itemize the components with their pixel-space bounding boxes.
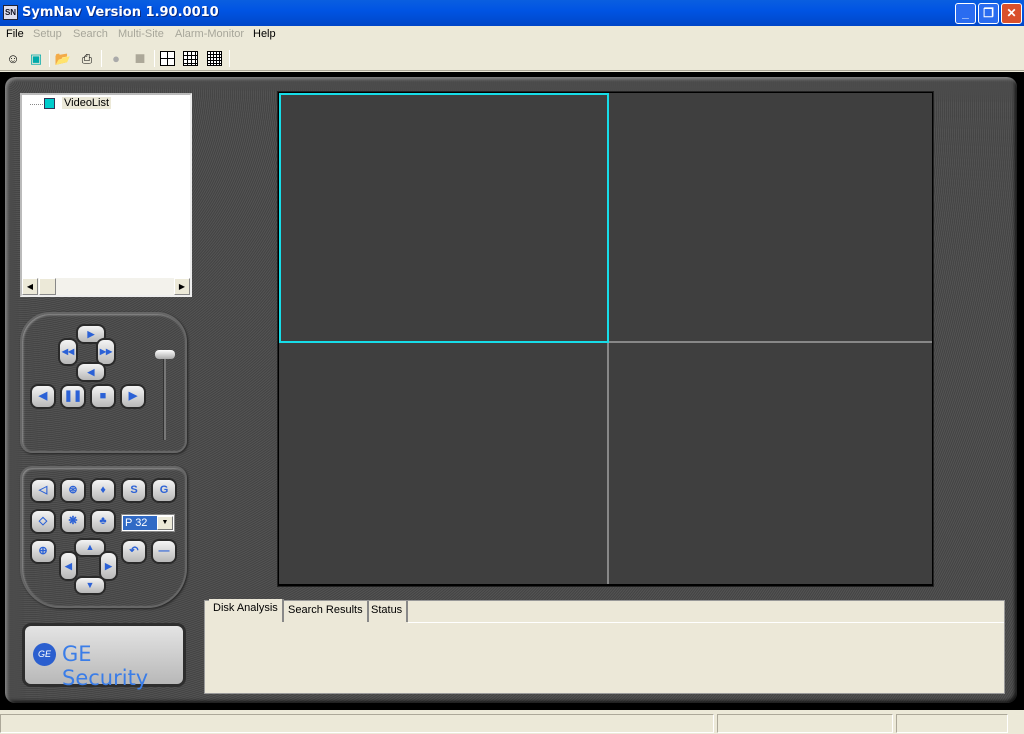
status-pane-3 [896,714,1008,733]
step-forward-button[interactable]: ▶ [78,326,104,342]
monitor-icon[interactable]: ▣ [26,49,46,68]
pan-down-button[interactable]: ▼ [76,578,104,593]
scroll-thumb[interactable] [39,278,56,295]
menu-help[interactable]: Help [253,28,276,40]
window-title: SymNav Version 1.90.0010 [22,5,219,20]
minus-button[interactable]: — [153,541,175,562]
video-cell-4[interactable] [609,343,932,584]
menu-bar: File Setup Search Multi-Site Alarm-Monit… [0,26,1024,45]
tree-item-videolist[interactable]: VideoList [62,97,112,109]
open-folder-icon[interactable]: 📂 [53,49,73,68]
focus-far-button[interactable]: ❋ [62,511,84,532]
2x2-grid-icon[interactable] [160,51,175,66]
close-button[interactable]: ✕ [1001,3,1022,24]
pan-right-button[interactable]: ▶ [101,553,116,579]
toolbar-separator [101,50,102,67]
menu-setup[interactable]: Setup [33,28,62,40]
video-cell-2[interactable] [609,93,932,341]
3x3-grid-icon[interactable] [183,51,198,66]
iris-close-button[interactable]: ◁ [32,480,54,501]
toolbar: ☺ ▣ 📂 ⎙ ● ■ [0,46,1024,71]
info-tab-panel: Disk Analysis Search Results Status [204,599,1005,694]
toolbar-separator [49,50,50,67]
record-icon: ● [112,51,120,66]
video-cell-3[interactable] [279,343,607,584]
preset-dropdown[interactable]: P 32 ▼ [121,514,175,532]
status-pane-2 [717,714,893,733]
pan-up-button[interactable]: ▲ [76,540,104,555]
tab-search-results[interactable]: Search Results [284,601,369,622]
play-button[interactable]: ▶ [122,386,144,407]
menu-multi-site[interactable]: Multi-Site [118,28,164,40]
step-back-button[interactable]: ◀ [78,364,104,380]
reverse-play-button[interactable]: ◀ [32,386,54,407]
tab-disk-analysis[interactable]: Disk Analysis [209,599,284,622]
pan-left-button[interactable]: ◀ [61,553,76,579]
video-tree[interactable]: VideoList ◀ ▶ [20,93,192,297]
status-bar [0,712,1024,734]
logo-text: GE Security [62,642,149,690]
s-button[interactable]: S [123,480,145,501]
rewind-button[interactable]: ◀◀ [60,340,76,364]
stop-icon: ■ [134,48,146,68]
zoom-button[interactable]: ⊕ [32,541,54,562]
status-pane-1 [0,714,714,733]
scroll-left-button[interactable]: ◀ [22,278,38,295]
4x4-grid-icon[interactable] [207,51,222,66]
horizontal-scrollbar[interactable]: ◀ ▶ [22,278,190,295]
menu-alarm-monitor[interactable]: Alarm-Monitor [175,28,244,40]
wiper-button[interactable]: ♦ [92,480,114,501]
user-login-icon[interactable]: ☺ [3,49,23,68]
fast-forward-button[interactable]: ▶▶ [98,340,114,364]
menu-search[interactable]: Search [73,28,108,40]
app-icon[interactable]: SN [3,5,18,20]
tree-button[interactable]: ♣ [92,511,114,532]
menu-file[interactable]: File [6,28,24,40]
preset-value: P 32 [123,516,158,530]
toolbar-separator [229,50,230,67]
stop-button[interactable]: ■ [92,386,114,407]
pause-button[interactable]: ❚❚ [62,386,84,407]
ge-emblem-icon: GE [33,643,56,666]
ge-security-logo: GE GE Security [25,626,183,690]
selected-cell-highlight [279,93,609,343]
focus-near-button[interactable]: ⊛ [62,480,84,501]
chevron-down-icon[interactable]: ▼ [157,516,173,530]
g-button[interactable]: G [153,480,175,501]
tab-underline [408,622,1004,623]
restore-button[interactable]: ❐ [978,3,999,24]
tree-connector [30,104,43,105]
iris-open-button[interactable]: ◇ [32,511,54,532]
tab-status[interactable]: Status [367,601,409,622]
toolbar-separator [154,50,155,67]
camera-list-icon [44,98,55,109]
printer-icon[interactable]: ⎙ [77,49,97,68]
minimize-button[interactable]: _ [955,3,976,24]
title-bar: SN SymNav Version 1.90.0010 _ ❐ ✕ [0,0,1024,26]
speed-slider-track[interactable] [163,358,166,440]
scroll-right-button[interactable]: ▶ [174,278,190,295]
undo-button[interactable]: ↶ [123,541,145,562]
speed-slider-thumb[interactable] [155,350,175,359]
